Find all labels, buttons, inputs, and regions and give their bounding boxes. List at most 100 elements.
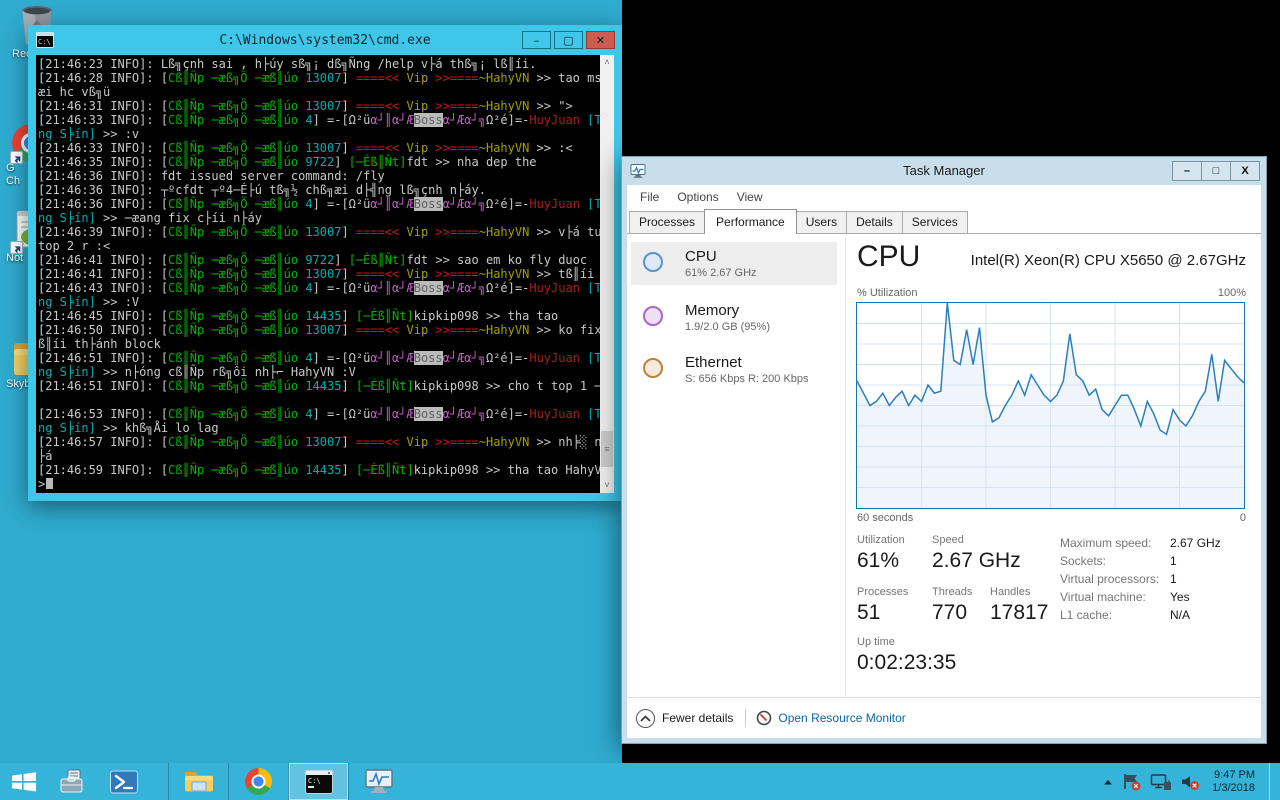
taskbar: C:\	[0, 763, 1280, 800]
network-icon[interactable]	[1150, 773, 1172, 791]
console-line: [21:46:41 INFO]: [Cß║Ñp ─æß╗Ö ─æß║úo 130…	[38, 267, 600, 281]
tab-services[interactable]: Services	[902, 211, 968, 233]
system-tray: 9:47 PM 1/3/2018	[1102, 763, 1274, 800]
clock-date: 1/3/2018	[1212, 782, 1255, 795]
chart-y-axis-label: % Utilization	[857, 287, 918, 299]
start-button[interactable]	[0, 763, 48, 800]
sidebar-item-title: Ethernet	[685, 354, 837, 371]
clock[interactable]: 9:47 PM 1/3/2018	[1212, 769, 1255, 795]
chart-x-right-label: 0	[1240, 512, 1246, 524]
taskbar-explorer-button[interactable]	[168, 763, 228, 800]
console-line: [21:46:31 INFO]: [Cß║Ñp ─æß╗Ö ─æß║úo 130…	[38, 99, 600, 113]
cmd-close-button[interactable]: ✕	[586, 31, 615, 49]
powershell-button[interactable]	[98, 763, 150, 800]
fewer-details-button[interactable]: Fewer details	[662, 711, 733, 725]
task-manager-icon	[364, 768, 394, 795]
cpu-panel: CPU Intel(R) Xeon(R) CPU X5650 @ 2.67GHz…	[856, 234, 1246, 700]
shortcut-arrow-icon	[10, 241, 23, 254]
cpu-ring-icon	[643, 252, 663, 272]
console-line: ng S╞ín] >> :V	[38, 295, 600, 309]
stat-handles: Handles17817	[990, 586, 1048, 625]
console-line: [21:46:36 INFO]: [Cß║Ñp ─æß╗Ö ─æß║úo 4] …	[38, 197, 600, 211]
detail-label: Virtual machine:	[1060, 590, 1146, 604]
stat-value: 17817	[990, 601, 1048, 625]
cmd-titlebar[interactable]: C:\ C:\Windows\system32\cmd.exe – ▢ ✕	[28, 25, 622, 55]
console-line	[38, 393, 600, 407]
stat-value: 51	[857, 601, 908, 625]
tab-details[interactable]: Details	[846, 211, 903, 233]
stat-utilization: Utilization61%	[857, 534, 905, 573]
cmd-minimize-button[interactable]: –	[522, 31, 551, 49]
sidebar-item-cpu[interactable]: CPU61% 2.67 GHz	[631, 242, 837, 285]
tab-performance[interactable]: Performance	[704, 209, 797, 234]
stat-speed: Speed 2.67 GHz	[932, 534, 1021, 573]
taskmgr-close-button[interactable]: X	[1230, 161, 1260, 181]
taskbar-cmd-button[interactable]: C:\	[288, 763, 348, 800]
server-manager-button[interactable]	[48, 763, 98, 800]
taskmgr-tabstrip: ProcessesPerformanceUsersDetailsServices	[627, 208, 1261, 234]
memory-ring-icon	[643, 306, 663, 326]
console-line: [21:46:53 INFO]: [Cß║Ñp ─æß╗Ö ─æß║úo 4] …	[38, 407, 600, 421]
menu-view[interactable]: View	[728, 190, 772, 204]
svg-text:C:\: C:\	[308, 777, 321, 785]
console-line: top 2 r :<	[38, 239, 600, 253]
console-line: [21:46:45 INFO]: [Cß║Ñp ─æß╗Ö ─æß║úo 144…	[38, 309, 600, 323]
cpu-utilization-chart[interactable]	[856, 302, 1245, 509]
taskmgr-footer: Fewer details Open Resource Monitor	[627, 698, 1261, 738]
powershell-icon	[110, 770, 138, 794]
stat-label: Speed	[932, 534, 1021, 546]
console-line: ng S╞ín] >> n├óng cß║Ñp rß╗ôi nh├⌐ HahyV…	[38, 365, 600, 379]
windows-logo-icon	[11, 770, 37, 794]
file-explorer-icon	[184, 769, 214, 795]
task-manager-titlebar[interactable]: Task Manager – □ X	[622, 157, 1266, 185]
detail-value: N/A	[1170, 608, 1190, 622]
scroll-thumb[interactable]: ≡	[601, 431, 613, 467]
sidebar-item-title: CPU	[685, 248, 837, 265]
desktop: Rec G Ch Not	[0, 0, 1280, 800]
tray-expand-arrow-icon[interactable]	[1102, 778, 1114, 786]
console-line: ng S╞ín] >> ─æang fix c├íi n├áy	[38, 211, 600, 225]
console-cursor	[46, 478, 53, 489]
scroll-up-arrow[interactable]: ˄	[600, 55, 614, 70]
chart-x-left-label: 60 seconds	[857, 512, 913, 524]
console-line: [21:46:28 INFO]: [Cß║Ñp ─æß╗Ö ─æß║úo 130…	[38, 71, 600, 85]
stat-threads: Threads770	[932, 586, 972, 625]
taskmgr-minimize-button[interactable]: –	[1172, 161, 1202, 181]
taskmgr-maximize-button[interactable]: □	[1201, 161, 1231, 181]
menu-file[interactable]: File	[631, 190, 668, 204]
ethernet-ring-icon	[643, 358, 663, 378]
menu-options[interactable]: Options	[668, 190, 727, 204]
footer-separator	[745, 709, 746, 727]
detail-value: Yes	[1170, 590, 1190, 604]
sidebar-item-memory[interactable]: Memory1.9/2.0 GB (95%)	[631, 296, 837, 339]
tab-processes[interactable]: Processes	[629, 211, 705, 233]
sidebar-item-subtitle: S: 656 Kbps R: 200 Kbps	[685, 373, 837, 385]
tab-users[interactable]: Users	[796, 211, 847, 233]
taskbar-chrome-button[interactable]	[228, 763, 288, 800]
fewer-details-chevron-icon[interactable]	[636, 709, 655, 728]
console-line: [21:46:33 INFO]: [Cß║Ñp ─æß╗Ö ─æß║úo 130…	[38, 141, 600, 155]
console-scrollbar[interactable]: ˄ ≡ ˅	[600, 55, 614, 493]
detail-row: Virtual processors:1	[1060, 572, 1250, 586]
sidebar-item-ethernet[interactable]: Ethernet S: 656 Kbps R: 200 Kbps	[631, 348, 837, 391]
stat-label: Utilization	[857, 534, 905, 546]
open-resource-monitor-link[interactable]: Open Resource Monitor	[778, 711, 905, 725]
action-center-flag-icon[interactable]	[1122, 773, 1142, 791]
scroll-down-arrow[interactable]: ˅	[600, 478, 614, 493]
stat-value: 2.67 GHz	[932, 549, 1021, 573]
cmd-maximize-button[interactable]: ▢	[554, 31, 583, 49]
detail-row: Virtual machine: Yes	[1060, 590, 1250, 604]
console-line: [21:46:59 INFO]: [Cß║Ñp ─æß╗Ö ─æß║úo 144…	[38, 463, 600, 477]
chart-y-max-label: 100%	[1218, 287, 1246, 299]
console-body[interactable]: [21:46:23 INFO]: Lß╗çnh sai , h├úy sß╗¡ …	[36, 55, 614, 493]
volume-muted-icon[interactable]	[1180, 773, 1200, 791]
taskbar-task-manager-button[interactable]	[348, 763, 408, 800]
sidebar-divider	[845, 238, 846, 698]
detail-label: Maximum speed:	[1060, 536, 1151, 550]
detail-value: 1	[1170, 572, 1177, 586]
console-line: æi hc vß╗ü	[38, 85, 600, 99]
console-line: ├á	[38, 449, 600, 463]
console-line: ng S╞ín] >> :v	[38, 127, 600, 141]
show-desktop-button[interactable]	[1269, 763, 1274, 800]
console-output: [21:46:23 INFO]: Lß╗çnh sai , h├úy sß╗¡ …	[36, 55, 600, 493]
